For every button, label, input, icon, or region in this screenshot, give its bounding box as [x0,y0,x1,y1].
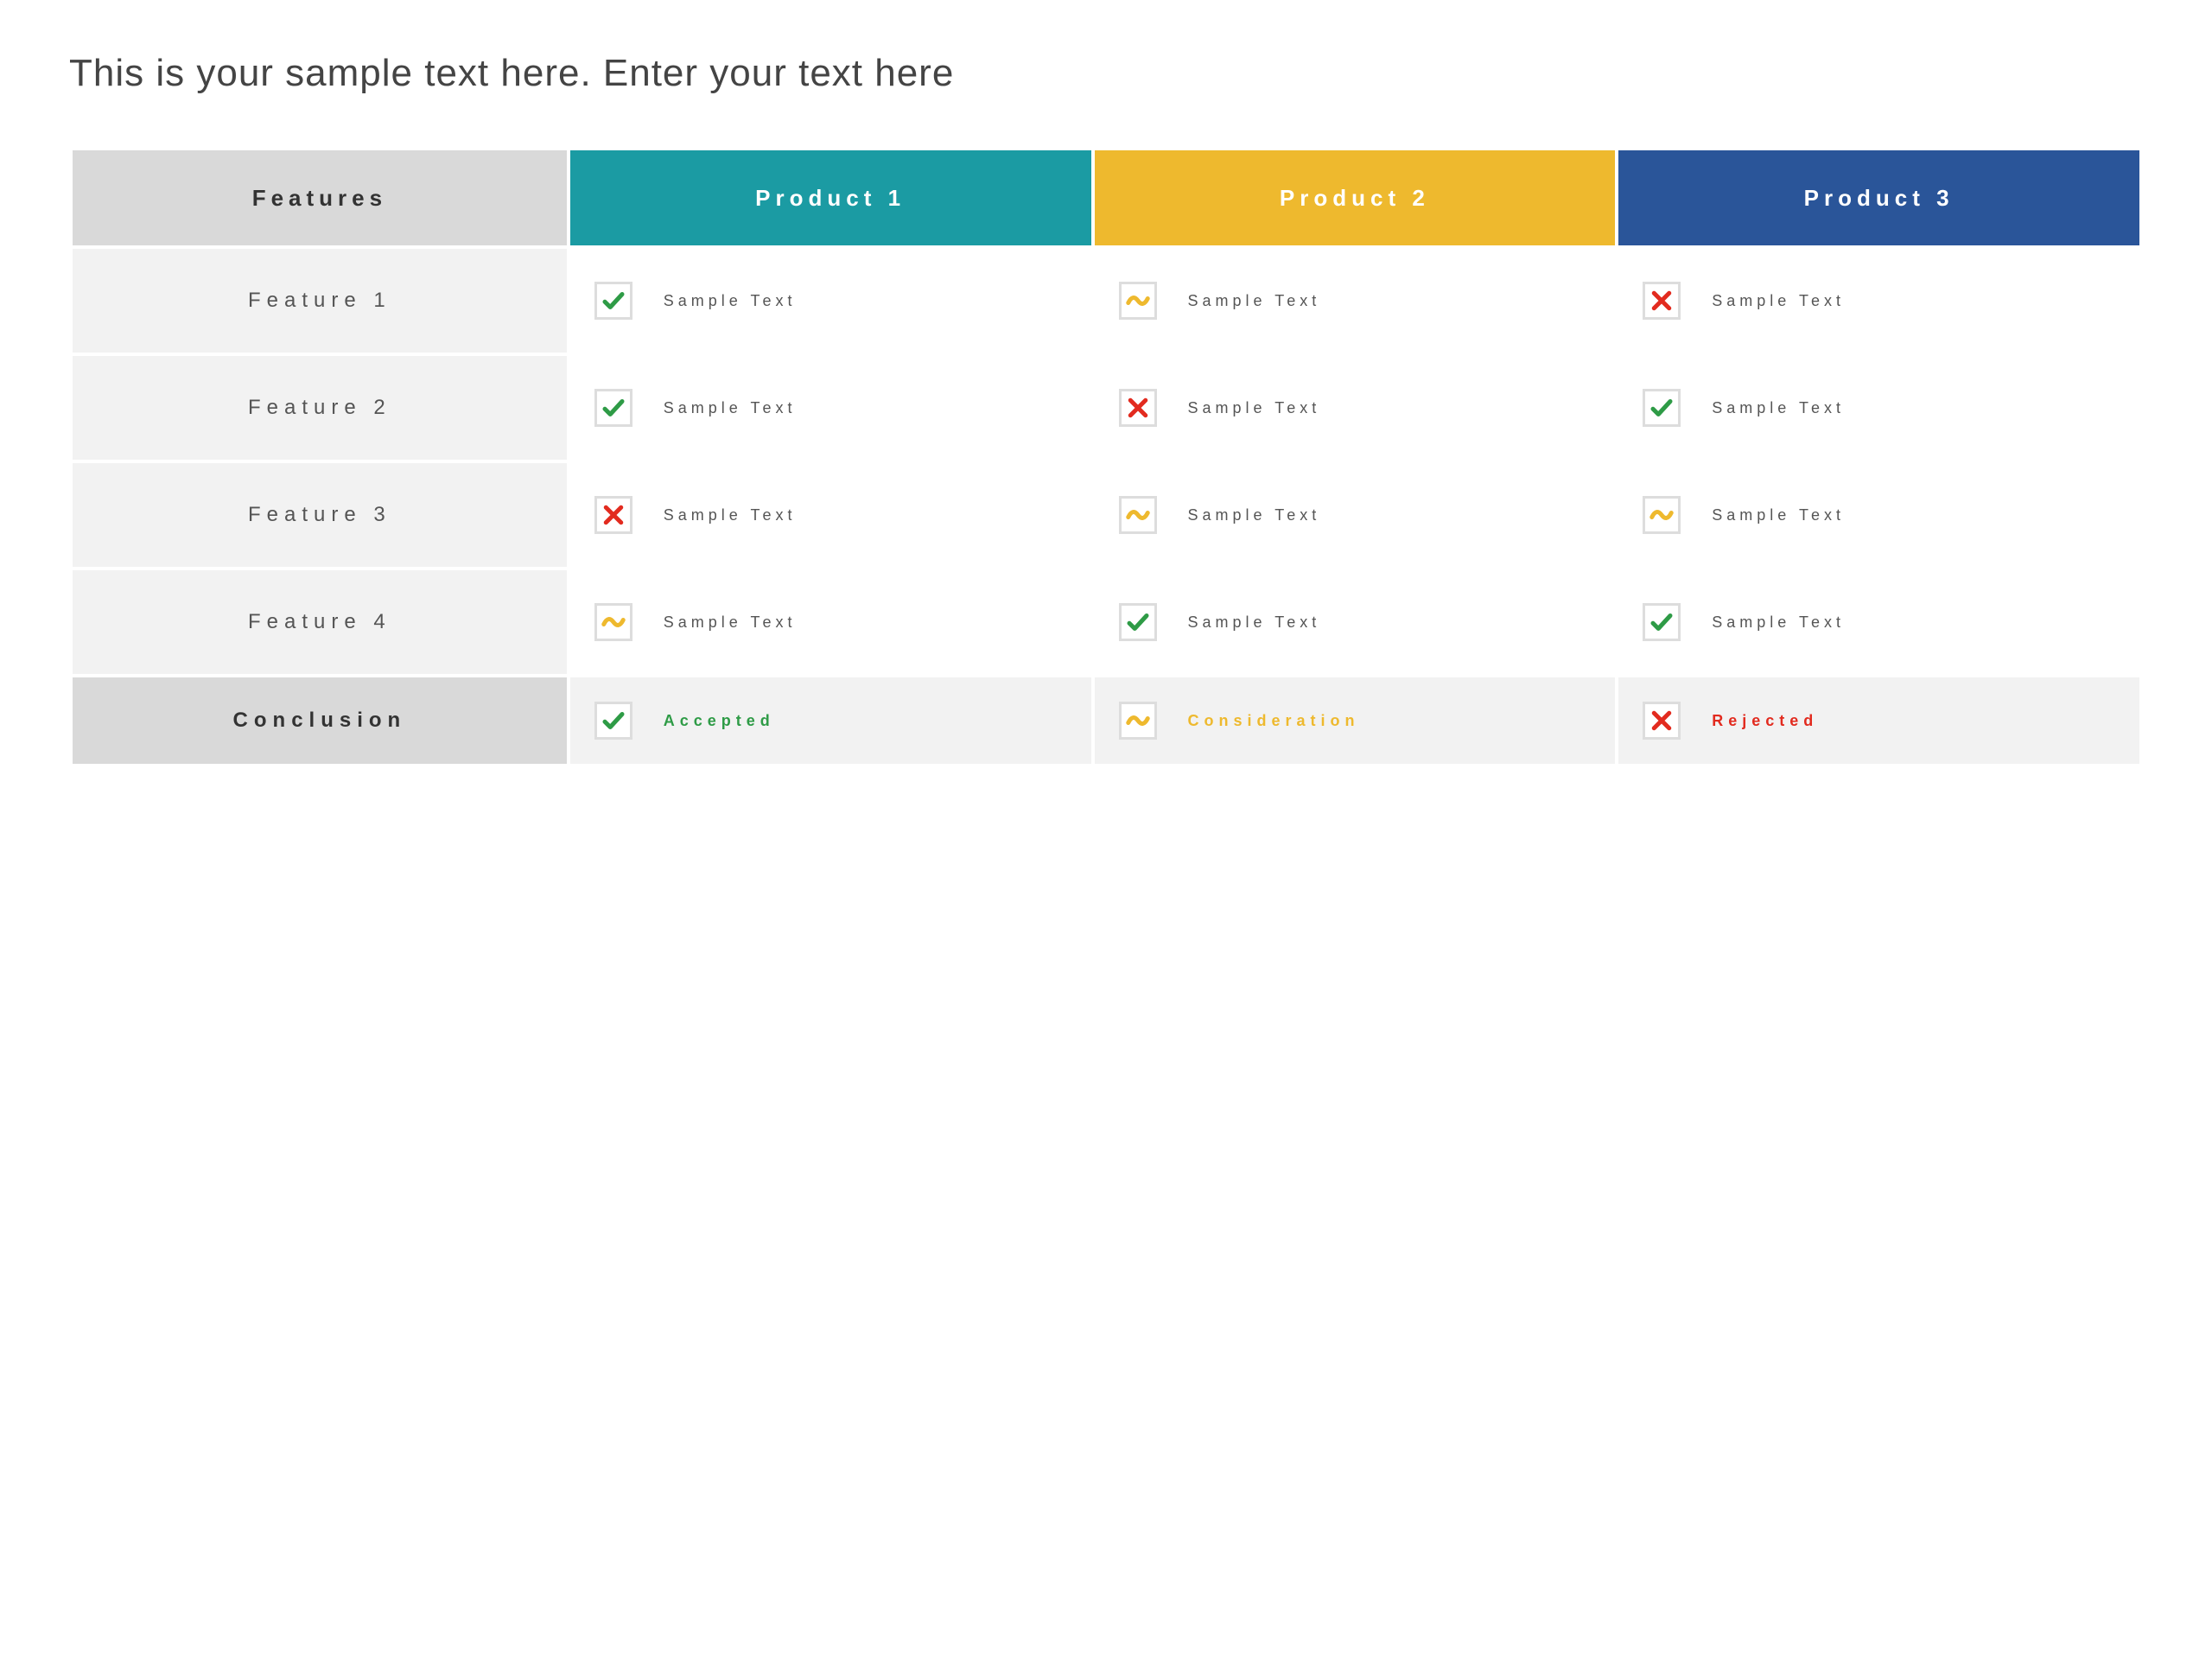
check-icon [1125,609,1151,635]
cell-text: Sample Text [664,399,797,417]
status-icon-box [1643,282,1681,320]
tilde-icon [1125,288,1151,314]
feature-cell: Sample Text [570,570,1091,674]
status-icon-box [1643,702,1681,740]
conclusion-cell: Rejected [1618,677,2139,764]
conclusion-text: Consideration [1188,712,1360,730]
cell-text: Sample Text [1188,506,1321,524]
status-icon-box [594,603,632,641]
cell-text: Sample Text [664,613,797,632]
feature-cell: Sample Text [1095,463,1616,567]
header-row: Features Product 1 Product 2 Product 3 [73,150,2139,245]
tilde-icon [1125,708,1151,734]
feature-label: Feature 4 [73,570,567,674]
status-icon-box [1643,496,1681,534]
check-icon [1649,609,1675,635]
feature-cell: Sample Text [1618,570,2139,674]
table-row: Feature 1 Sample Text Sample Text Sample Te… [73,249,2139,353]
header-product-3: Product 3 [1618,150,2139,245]
feature-cell: Sample Text [1618,356,2139,460]
cell-text: Sample Text [1712,292,1845,310]
status-icon-box [594,496,632,534]
cell-text: Sample Text [1712,399,1845,417]
cross-icon [1125,395,1151,421]
feature-cell: Sample Text [570,463,1091,567]
feature-cell: Sample Text [1095,356,1616,460]
conclusion-label: Conclusion [73,677,567,764]
header-product-2: Product 2 [1095,150,1616,245]
feature-label: Feature 3 [73,463,567,567]
check-icon [601,288,626,314]
feature-cell: Sample Text [570,249,1091,353]
cell-text: Sample Text [1188,292,1321,310]
feature-cell: Sample Text [1095,570,1616,674]
conclusion-cell: Consideration [1095,677,1616,764]
status-icon-box [1119,496,1157,534]
conclusion-text: Rejected [1712,712,1818,730]
cell-text: Sample Text [664,506,797,524]
conclusion-text: Accepted [664,712,775,730]
cell-text: Sample Text [1188,399,1321,417]
feature-cell: Sample Text [1095,249,1616,353]
feature-label: Feature 1 [73,249,567,353]
status-icon-box [1119,282,1157,320]
table-row: Feature 2 Sample Text Sample Text Sample Te… [73,356,2139,460]
cell-text: Sample Text [1188,613,1321,632]
tilde-icon [1649,502,1675,528]
status-icon-box [594,389,632,427]
table-row: Feature 4 Sample Text Sample Text Sample Te… [73,570,2139,674]
cross-icon [601,502,626,528]
status-icon-box [1643,603,1681,641]
cell-text: Sample Text [664,292,797,310]
cell-text: Sample Text [1712,613,1845,632]
status-icon-box [1119,603,1157,641]
check-icon [1649,395,1675,421]
cross-icon [1649,288,1675,314]
page-title: This is your sample text here. Enter you… [69,52,2143,95]
cell-text: Sample Text [1712,506,1845,524]
check-icon [601,395,626,421]
table-row: Feature 3 Sample Text Sample Text Sample Te… [73,463,2139,567]
tilde-icon [601,609,626,635]
tilde-icon [1125,502,1151,528]
check-icon [601,708,626,734]
header-product-1: Product 1 [570,150,1091,245]
header-features: Features [73,150,567,245]
cross-icon [1649,708,1675,734]
status-icon-box [594,282,632,320]
feature-cell: Sample Text [1618,463,2139,567]
conclusion-row: Conclusion Accepted Consideration Rejected [73,677,2139,764]
status-icon-box [1119,389,1157,427]
conclusion-cell: Accepted [570,677,1091,764]
status-icon-box [1119,702,1157,740]
feature-label: Feature 2 [73,356,567,460]
status-icon-box [1643,389,1681,427]
comparison-table: Features Product 1 Product 2 Product 3 F… [69,147,2143,767]
feature-cell: Sample Text [1618,249,2139,353]
feature-cell: Sample Text [570,356,1091,460]
status-icon-box [594,702,632,740]
